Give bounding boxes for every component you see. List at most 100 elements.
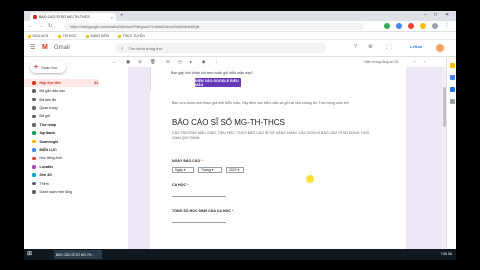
sidebar-item-label: Lovatiis bbox=[39, 164, 54, 169]
shift-input[interactable] bbox=[172, 193, 226, 197]
extension-icon[interactable] bbox=[420, 23, 426, 29]
sidebar-item[interactable]: Thư nháp bbox=[24, 121, 100, 129]
add-on-icon[interactable] bbox=[449, 99, 455, 104]
snooze-icon[interactable]: ◷ bbox=[178, 59, 182, 65]
sidebar-item[interactable]: Danh sách mời tổng bbox=[24, 188, 100, 196]
calendar-icon[interactable] bbox=[449, 63, 455, 68]
search-icon[interactable]: ⌕ bbox=[121, 46, 124, 51]
sidebar-item[interactable]: Lovatiis bbox=[24, 163, 100, 171]
profile-icon[interactable] bbox=[432, 23, 438, 29]
apps-grid-icon[interactable]: ⋮⋮ bbox=[384, 45, 394, 50]
label-icon bbox=[32, 165, 36, 169]
sidebar-item-label: Học tiếng Anh bbox=[39, 156, 62, 161]
sidebar: + Soạn thư Hộp thư đến 84 Đã gắn dấu sao Đã… bbox=[24, 57, 104, 260]
form-invite-header: Bạn gặp khó khăn khi xem hoặc gửi biểu m… bbox=[150, 67, 406, 91]
sidebar-item[interactable]: Agribank bbox=[24, 129, 100, 137]
browser-tab-bar: BÁO CÁO SĨ SỐ MG-TH-THCS × + – □ ✕ bbox=[24, 11, 456, 21]
question-label: TỔNG SỐ HỌC SINH CỦA CA HỌC * bbox=[172, 209, 234, 213]
gmail-logo-icon[interactable]: M bbox=[42, 44, 48, 51]
mouse-cursor-highlight bbox=[306, 175, 314, 183]
compose-button[interactable]: + Soạn thư bbox=[30, 61, 66, 73]
form-title: BÁO CÁO SĨ SỐ MG-TH-THCS bbox=[172, 118, 285, 127]
search-input[interactable]: Tìm kiếm trong thư bbox=[129, 46, 163, 51]
bookmark-item[interactable]: TRỰC TUYẾN bbox=[118, 34, 145, 38]
main-menu-icon[interactable]: ☰ bbox=[30, 45, 35, 51]
sidebar-item[interactable]: Sim 4G bbox=[24, 171, 100, 179]
close-window-icon[interactable]: ✕ bbox=[445, 12, 449, 18]
taskbar-app-button[interactable]: BÁO CÁO SĨ SỐ MG-TH... bbox=[54, 250, 102, 259]
pager-text: Hiện trong tổng số 26 bbox=[364, 60, 399, 64]
day-select[interactable]: Ngày ▾ bbox=[172, 167, 194, 173]
back-to-inbox-icon[interactable]: ← bbox=[112, 59, 117, 65]
sidebar-item[interactable]: Đã tạm ẩn bbox=[24, 96, 100, 104]
browser-tab[interactable]: BÁO CÁO SĨ SỐ MG-TH-THCS × bbox=[30, 13, 116, 21]
delete-icon[interactable]: 🗑 bbox=[150, 59, 156, 65]
message-toolbar: ← ▣ ⊘ 🗑 ✉ ◷ ▸ ◆ ⋮ Hiện trong tổng số 26 … bbox=[104, 57, 456, 67]
archive-icon[interactable]: ▣ bbox=[126, 59, 130, 65]
reload-icon[interactable]: ↻ bbox=[48, 24, 52, 29]
tab-title: BÁO CÁO SĨ SỐ MG-TH-THCS bbox=[39, 15, 90, 19]
total-students-input[interactable] bbox=[172, 219, 226, 223]
label-icon bbox=[32, 139, 36, 144]
year-select[interactable]: 2022 ▾ bbox=[226, 167, 244, 173]
bookmark-item[interactable]: SÁNG KIẾN bbox=[86, 34, 109, 38]
label-icon bbox=[32, 190, 36, 194]
avatar[interactable] bbox=[436, 44, 444, 52]
new-tab-icon[interactable]: + bbox=[120, 13, 124, 19]
month-select[interactable]: Tháng ▾ bbox=[198, 167, 222, 173]
fill-in-form-button[interactable]: ĐIỀN VÀO GOOGLE BIỂU MẪU bbox=[195, 78, 241, 87]
sidebar-item-label: ĐIỆN LỰC bbox=[39, 147, 57, 152]
sidebar-item-label: Đã gắn dấu sao bbox=[39, 89, 65, 94]
mark-unread-icon[interactable]: ✉ bbox=[166, 59, 170, 65]
sidebar-item[interactable]: Doanhnghi bbox=[24, 138, 100, 146]
sidebar-item-label: Thêm bbox=[39, 181, 49, 186]
sidebar-item[interactable]: Thêm bbox=[24, 180, 100, 188]
more-icon[interactable]: ⋮ bbox=[214, 59, 219, 65]
help-icon[interactable]: ? bbox=[354, 45, 357, 50]
clock: 7:58 SA bbox=[440, 252, 452, 256]
gmail-wordmark[interactable]: Gmail bbox=[54, 45, 70, 51]
bookmarks-bar: NGA LỊCH TIN HỌC SÁNG KIẾN TRỰC TUYẾN bbox=[24, 32, 456, 40]
email-body: Bạn gặp khó khăn khi xem hoặc gửi biểu m… bbox=[150, 67, 406, 260]
address-bar-row: ← → ↻ https://mail.google.com/mail/u/0/#… bbox=[24, 21, 456, 32]
keep-icon[interactable] bbox=[449, 75, 455, 80]
label-icon bbox=[32, 131, 36, 135]
maximize-icon[interactable]: □ bbox=[434, 12, 437, 18]
settings-gear-icon[interactable]: ⚙ bbox=[368, 45, 372, 50]
sidebar-item[interactable]: Học tiếng Anh bbox=[24, 155, 100, 163]
url-field[interactable]: https://mail.google.com/mail/u/0/#inbox/… bbox=[64, 23, 364, 30]
bookmark-item[interactable]: TIN HỌC bbox=[58, 34, 76, 38]
sidebar-item[interactable]: Đã gắn dấu sao bbox=[24, 87, 100, 95]
next-icon[interactable]: › bbox=[424, 59, 426, 65]
sidebar-item[interactable]: ĐIỆN LỰC bbox=[24, 146, 100, 154]
start-icon[interactable]: ⊞ bbox=[27, 251, 32, 257]
left-letterbox bbox=[0, 0, 24, 270]
sidebar-item-label: Thư nháp bbox=[39, 122, 57, 127]
reading-pane: Bạn gặp khó khăn khi xem hoặc gửi biểu m… bbox=[128, 67, 442, 260]
label-icon bbox=[32, 148, 36, 152]
sidebar-item[interactable]: Quan trọng bbox=[24, 104, 100, 112]
sidebar-item-label: Đã gửi bbox=[39, 114, 51, 119]
side-panel bbox=[446, 57, 456, 260]
sidebar-item[interactable]: Hộp thư đến 84 bbox=[24, 79, 100, 87]
report-spam-icon[interactable]: ⊘ bbox=[138, 59, 142, 65]
search-bar[interactable]: ⌕ Tìm kiếm trong thư bbox=[116, 43, 326, 53]
folder-icon bbox=[86, 34, 89, 38]
form-content: Bạn vừa được mời tham gia một biểu mẫu. … bbox=[162, 101, 394, 260]
minimize-icon[interactable]: – bbox=[424, 12, 427, 18]
tasks-icon[interactable] bbox=[449, 87, 455, 92]
extension-icon[interactable] bbox=[384, 23, 390, 29]
prev-icon[interactable]: ‹ bbox=[414, 59, 416, 65]
menu-dots-icon[interactable]: ⋮ bbox=[445, 24, 450, 29]
extension-icon[interactable] bbox=[396, 23, 402, 29]
bookmark-item[interactable]: NGA LỊCH bbox=[28, 34, 48, 38]
extension-icon[interactable] bbox=[408, 23, 414, 29]
back-icon[interactable]: ← bbox=[28, 24, 33, 29]
sidebar-item[interactable]: Đã gửi bbox=[24, 113, 100, 121]
tab-close-icon[interactable]: × bbox=[111, 15, 113, 20]
move-to-icon[interactable]: ▸ bbox=[190, 59, 192, 65]
forward-icon[interactable]: → bbox=[38, 24, 43, 29]
form-description: CÁC TRƯỜNG MẪU GIÁO, TIỂU HỌC, THCS BÁO … bbox=[172, 131, 370, 140]
trouble-text: Bạn gặp khó khăn khi xem hoặc gửi biểu m… bbox=[171, 71, 253, 75]
label-icon[interactable]: ◆ bbox=[202, 59, 205, 65]
